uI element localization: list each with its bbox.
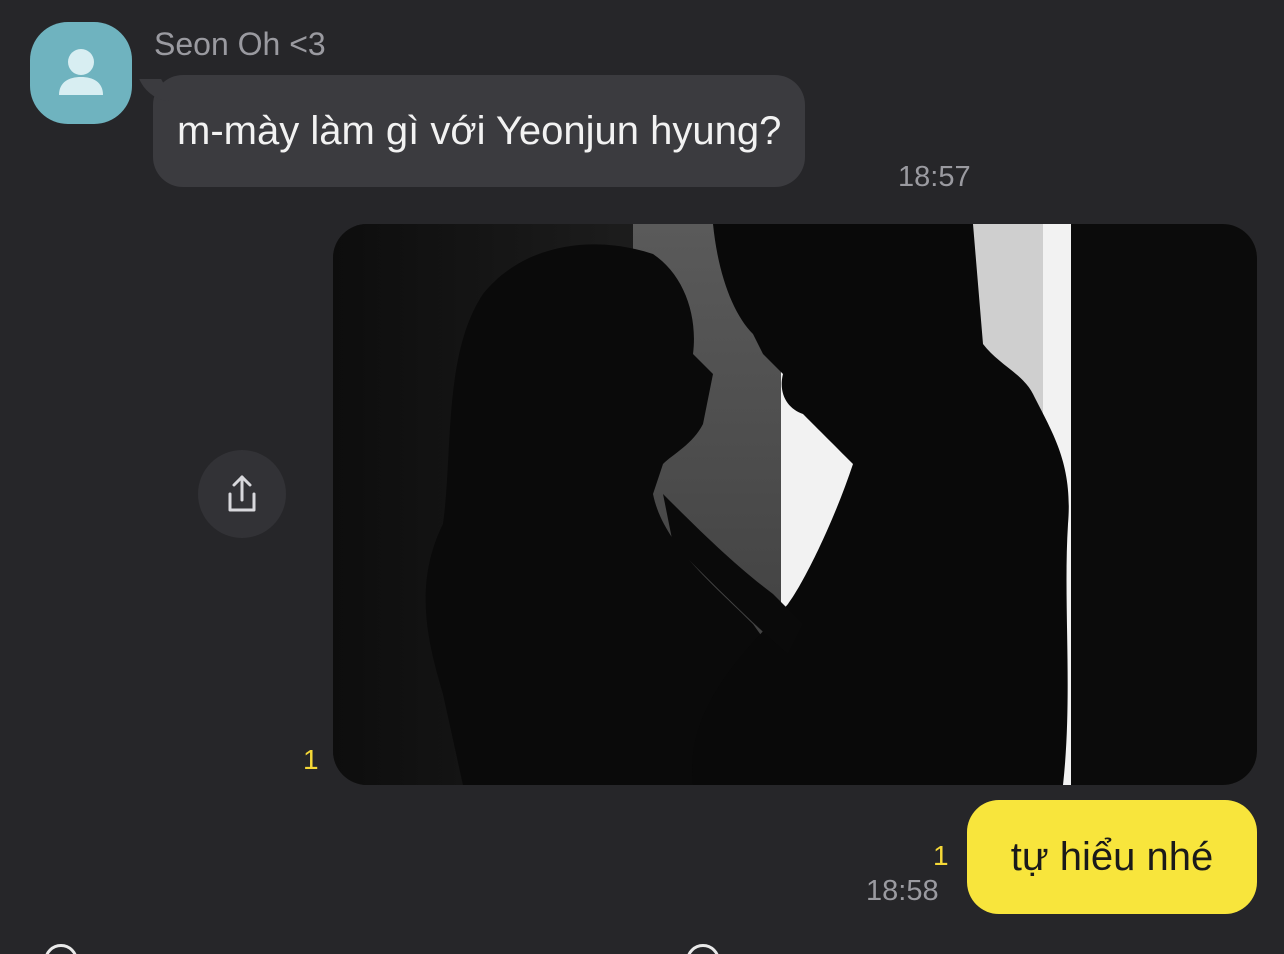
incoming-message-bubble[interactable]: m-mày làm gì với Yeonjun hyung? bbox=[139, 75, 806, 187]
partial-next-avatar bbox=[44, 944, 78, 954]
outgoing-message-time: 18:58 bbox=[866, 875, 939, 907]
bubble-tail bbox=[139, 79, 173, 101]
outgoing-message-bubble[interactable]: tự hiểu nhé bbox=[967, 800, 1257, 914]
person-icon bbox=[59, 49, 103, 95]
incoming-message-time: 18:57 bbox=[898, 161, 971, 193]
text-unread-count: 1 bbox=[933, 840, 949, 871]
share-button[interactable] bbox=[198, 450, 286, 538]
incoming-message-text: m-mày làm gì với Yeonjun hyung? bbox=[177, 109, 782, 153]
chat-screen: Seon Oh <3 m-mày làm gì với Yeonjun hyun… bbox=[0, 0, 1284, 954]
outgoing-message-text: tự hiểu nhé bbox=[1010, 835, 1214, 879]
contact-avatar[interactable] bbox=[30, 22, 132, 124]
contact-name[interactable]: Seon Oh <3 bbox=[154, 24, 326, 64]
partial-next-element bbox=[686, 944, 720, 954]
share-icon bbox=[228, 475, 256, 512]
silhouette-couple-image bbox=[333, 224, 1257, 785]
sent-photo[interactable] bbox=[333, 224, 1257, 785]
image-unread-count: 1 bbox=[303, 744, 319, 775]
